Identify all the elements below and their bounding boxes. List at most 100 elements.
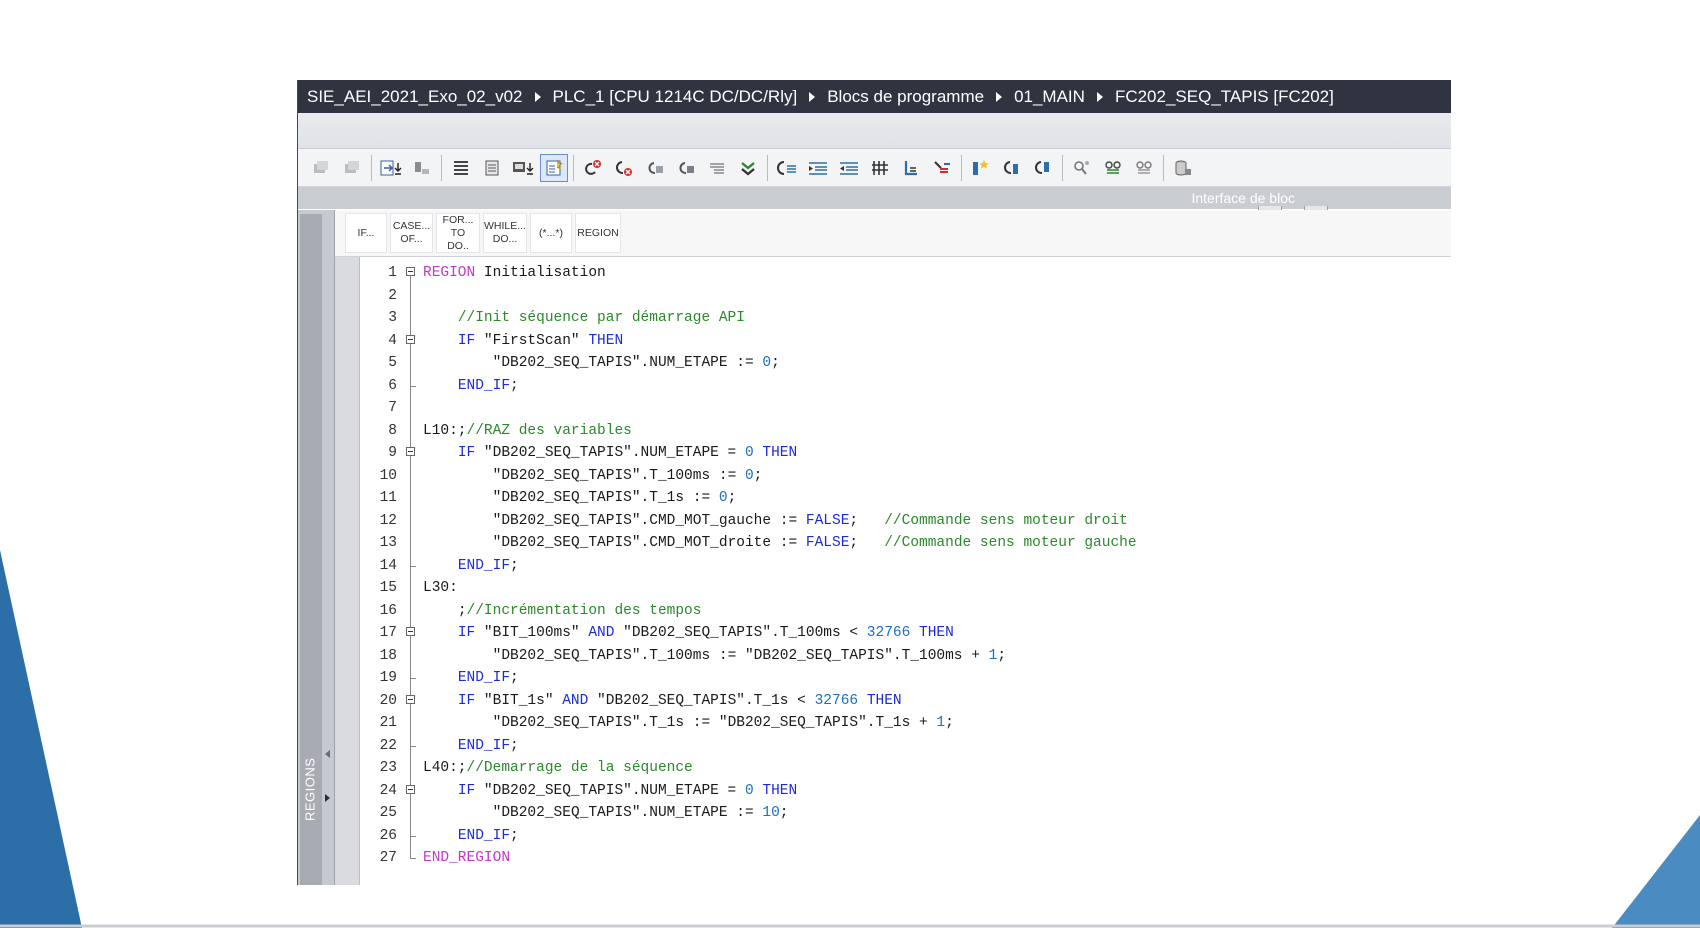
monitor-icon[interactable]	[408, 154, 436, 182]
collapse-left-icon[interactable]	[325, 750, 330, 758]
code-line[interactable]: 12 "DB202_SEQ_TAPIS".CMD_MOT_gauche := F…	[363, 509, 1451, 532]
fold-end-marker	[401, 667, 423, 690]
compare-icon[interactable]	[478, 154, 506, 182]
outdent-icon[interactable]	[773, 154, 801, 182]
editor-body: REGIONS IF... CASE... OF... FOR... TO DO..…	[298, 210, 1451, 885]
line-number: 4	[388, 332, 397, 349]
breadcrumb-project[interactable]: SIE_AEI_2021_Exo_02_v02	[307, 87, 523, 107]
code-text: IF "BIT_100ms" AND "DB202_SEQ_TAPIS".T_1…	[423, 625, 954, 641]
breadcrumb-plc[interactable]: PLC_1 [CPU 1214C DC/DC/Rly]	[553, 87, 798, 107]
watch-icon[interactable]	[1099, 154, 1127, 182]
code-line[interactable]: 8 L10:;//RAZ des variables	[363, 419, 1451, 442]
fold-end-marker	[401, 374, 423, 397]
snippet-comment[interactable]: (*...*)	[530, 213, 572, 253]
expand-right-icon[interactable]	[325, 794, 330, 802]
code-line[interactable]: 4 IF "FirstScan" THEN	[363, 329, 1451, 352]
snippet-label: FOR... TO DO..	[442, 213, 474, 252]
breadcrumb-program-blocks[interactable]: Blocs de programme	[827, 87, 984, 107]
code-token: "DB202_SEQ_TAPIS".NUM_ETAPE =	[475, 445, 745, 462]
active-highlight-icon[interactable]	[540, 153, 568, 182]
snippet-region[interactable]: REGION	[575, 213, 621, 253]
code-line[interactable]: 20 IF "BIT_1s" AND "DB202_SEQ_TAPIS".T_1…	[363, 689, 1451, 712]
code-area[interactable]: 1 REGION Initialisation 2 3 //Init séquence…	[363, 262, 1451, 870]
line-number: 6	[388, 377, 397, 394]
code-line[interactable]: 16 ;//Incrémentation des tempos	[363, 599, 1451, 622]
list-icon[interactable]	[447, 154, 475, 182]
insert-network-icon[interactable]	[307, 154, 335, 182]
breadcrumb-main[interactable]: 01_MAIN	[1014, 87, 1085, 107]
goto-icon[interactable]	[641, 154, 669, 182]
block-interface-label[interactable]: Interface de bloc	[1191, 190, 1295, 206]
snippet-while-do[interactable]: WHILE... DO...	[483, 213, 527, 253]
breadcrumb-separator-icon	[996, 91, 1003, 102]
jump-back-icon[interactable]	[998, 154, 1026, 182]
code-line[interactable]: 6 END_IF;	[363, 374, 1451, 397]
code-text: ;//Incrémentation des tempos	[423, 603, 702, 619]
snippet-case-of[interactable]: CASE... OF...	[390, 213, 433, 253]
code-token: "DB202_SEQ_TAPIS".NUM_ETAPE :=	[492, 355, 763, 372]
breadcrumb-block[interactable]: FC202_SEQ_TAPIS [FC202]	[1115, 87, 1334, 107]
snippet-label: WHILE... DO...	[484, 220, 527, 245]
code-line[interactable]: 18 "DB202_SEQ_TAPIS".T_100ms := "DB202_S…	[363, 644, 1451, 667]
fold-collapse-icon[interactable]	[401, 622, 423, 645]
code-line[interactable]: 23 L40:;//Demarrage de la séquence	[363, 757, 1451, 780]
code-line[interactable]: 15 L30:	[363, 577, 1451, 600]
snippet-if[interactable]: IF...	[345, 213, 387, 253]
columns-icon[interactable]	[866, 154, 894, 182]
indent-left-icon[interactable]	[835, 154, 863, 182]
code-line[interactable]: 26 END_IF;	[363, 824, 1451, 847]
delete-network-icon[interactable]	[338, 154, 366, 182]
fold-collapse-icon[interactable]	[401, 329, 423, 352]
code-line[interactable]: 14 END_IF;	[363, 554, 1451, 577]
code-line[interactable]: 2	[363, 284, 1451, 307]
undo-red-icon[interactable]	[579, 154, 607, 182]
snippet-for-to-do[interactable]: FOR... TO DO..	[436, 213, 480, 253]
line-number: 13	[379, 535, 397, 552]
code-line[interactable]: 17 IF "BIT_100ms" AND "DB202_SEQ_TAPIS".…	[363, 622, 1451, 645]
comment-icon[interactable]	[703, 154, 731, 182]
display-icon[interactable]	[509, 154, 537, 182]
code-line[interactable]: 24 IF "DB202_SEQ_TAPIS".NUM_ETAPE = 0 TH…	[363, 779, 1451, 802]
line-number: 3	[388, 310, 397, 327]
code-line[interactable]: 25 "DB202_SEQ_TAPIS".NUM_ETAPE := 10;	[363, 802, 1451, 825]
code-line[interactable]: 27 END_REGION	[363, 847, 1451, 870]
bookmark-next-icon[interactable]	[928, 154, 956, 182]
watch2-icon[interactable]	[1130, 154, 1158, 182]
fold-collapse-icon[interactable]	[401, 779, 423, 802]
bookmark-icon[interactable]	[897, 154, 925, 182]
line-number: 17	[379, 625, 397, 642]
fold-guide	[401, 352, 423, 375]
code-line[interactable]: 10 "DB202_SEQ_TAPIS".T_100ms := 0;	[363, 464, 1451, 487]
code-line[interactable]: 11 "DB202_SEQ_TAPIS".T_1s := 0;	[363, 487, 1451, 510]
code-line[interactable]: 3 //Init séquence par démarrage API	[363, 307, 1451, 330]
code-text: END_IF;	[423, 378, 519, 394]
code-token: ;	[945, 715, 954, 732]
snippet-label: (*...*)	[539, 226, 563, 239]
undo-cancel-icon[interactable]	[610, 154, 638, 182]
code-token: "DB202_SEQ_TAPIS".T_100ms :=	[492, 467, 745, 484]
block-interface-header: Interface de bloc	[298, 187, 1451, 211]
regions-label[interactable]: REGIONS	[298, 744, 322, 834]
code-text: "DB202_SEQ_TAPIS".T_100ms := "DB202_SEQ_…	[423, 648, 1006, 664]
download-icon[interactable]	[377, 154, 405, 182]
checkmark-down-icon[interactable]	[734, 154, 762, 182]
code-line[interactable]: 19 END_IF;	[363, 667, 1451, 690]
code-line[interactable]: 21 "DB202_SEQ_TAPIS".T_1s := "DB202_SEQ_…	[363, 712, 1451, 735]
fold-collapse-icon[interactable]	[401, 689, 423, 712]
code-line[interactable]: 9 IF "DB202_SEQ_TAPIS".NUM_ETAPE = 0 THE…	[363, 442, 1451, 465]
code-text: IF "DB202_SEQ_TAPIS".NUM_ETAPE = 0 THEN	[423, 783, 797, 799]
line-number: 20	[379, 692, 397, 709]
indent-right-icon[interactable]	[804, 154, 832, 182]
goto2-icon[interactable]	[672, 154, 700, 182]
monitor-glasses-icon[interactable]	[1068, 154, 1096, 182]
code-line[interactable]: 1 REGION Initialisation	[363, 262, 1451, 285]
star-icon[interactable]	[967, 154, 995, 182]
fold-collapse-icon[interactable]	[401, 442, 423, 465]
code-line[interactable]: 22 END_IF;	[363, 734, 1451, 757]
database-icon[interactable]	[1169, 154, 1197, 182]
code-line[interactable]: 5 "DB202_SEQ_TAPIS".NUM_ETAPE := 0;	[363, 352, 1451, 375]
fold-collapse-icon[interactable]	[401, 262, 423, 285]
jump-next-icon[interactable]	[1029, 154, 1057, 182]
code-line[interactable]: 13 "DB202_SEQ_TAPIS".CMD_MOT_droite := F…	[363, 532, 1451, 555]
code-line[interactable]: 7	[363, 397, 1451, 420]
